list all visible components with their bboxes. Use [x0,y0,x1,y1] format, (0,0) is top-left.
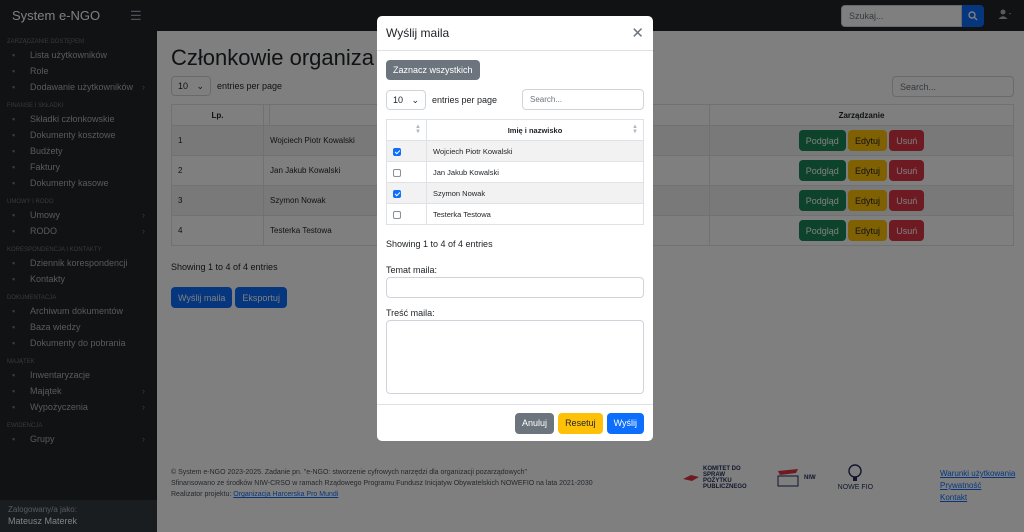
recipient-row: Testerka Testowa [386,203,644,225]
chevron-down-icon: ⌄ [411,94,419,105]
recipient-row: Jan Jakub Kowalski [386,161,644,183]
cancel-button[interactable]: Anuluj [515,412,555,434]
recipient-checkbox-cell [386,203,427,225]
recipient-name: Jan Jakub Kowalski [426,161,644,183]
body-label: Treść maila: [386,308,435,318]
recipient-checkbox-cell [386,140,427,162]
close-icon[interactable]: ✕ [631,24,644,42]
recipient-checkbox[interactable] [393,210,401,219]
send-button[interactable]: Wyślij [606,412,644,434]
body-textarea[interactable] [386,320,644,394]
modal-page-size-select[interactable]: 10 ⌄ [386,90,426,110]
recipient-name: Wojciech Piotr Kowalski [426,140,644,162]
col-checkbox[interactable]: ▲ ▼ [386,119,427,141]
subject-label: Temat maila: [386,265,438,275]
col-fullname-label: Imię i nazwisko [507,125,563,135]
col-fullname[interactable]: Imię i nazwisko ▲ ▼ [426,119,644,141]
recipient-name: Szymon Nowak [426,182,644,204]
recipient-row: Wojciech Piotr Kowalski [386,140,644,162]
recipients-table: ▲ ▼ Imię i nazwisko ▲ ▼ Wojciech Piotr Kowa… [386,119,644,225]
recipient-checkbox[interactable] [393,189,401,198]
modal-entries-label: entries per page [432,95,498,105]
select-all-button[interactable]: Zaznacz wszystkich [386,60,480,80]
send-mail-modal: Wyślij maila ✕ Zaznacz wszystkich 10 ⌄ en… [377,16,653,441]
modal-search-input[interactable]: Search... [522,89,644,110]
sort-icon: ▲ ▼ [415,124,421,135]
subject-input[interactable] [386,277,644,298]
recipient-checkbox-cell [386,182,427,204]
sort-icon: ▲ ▼ [632,124,638,135]
recipient-row: Szymon Nowak [386,182,644,204]
recipient-checkbox-cell [386,161,427,183]
recipient-checkbox[interactable] [393,147,401,156]
modal-table-info: Showing 1 to 4 of 4 entries [386,239,493,249]
recipient-checkbox[interactable] [393,168,401,177]
modal-page-size-value: 10 [393,95,404,105]
recipient-name: Testerka Testowa [426,203,644,225]
reset-button[interactable]: Resetuj [558,412,603,434]
modal-title: Wyślij maila [386,26,450,40]
